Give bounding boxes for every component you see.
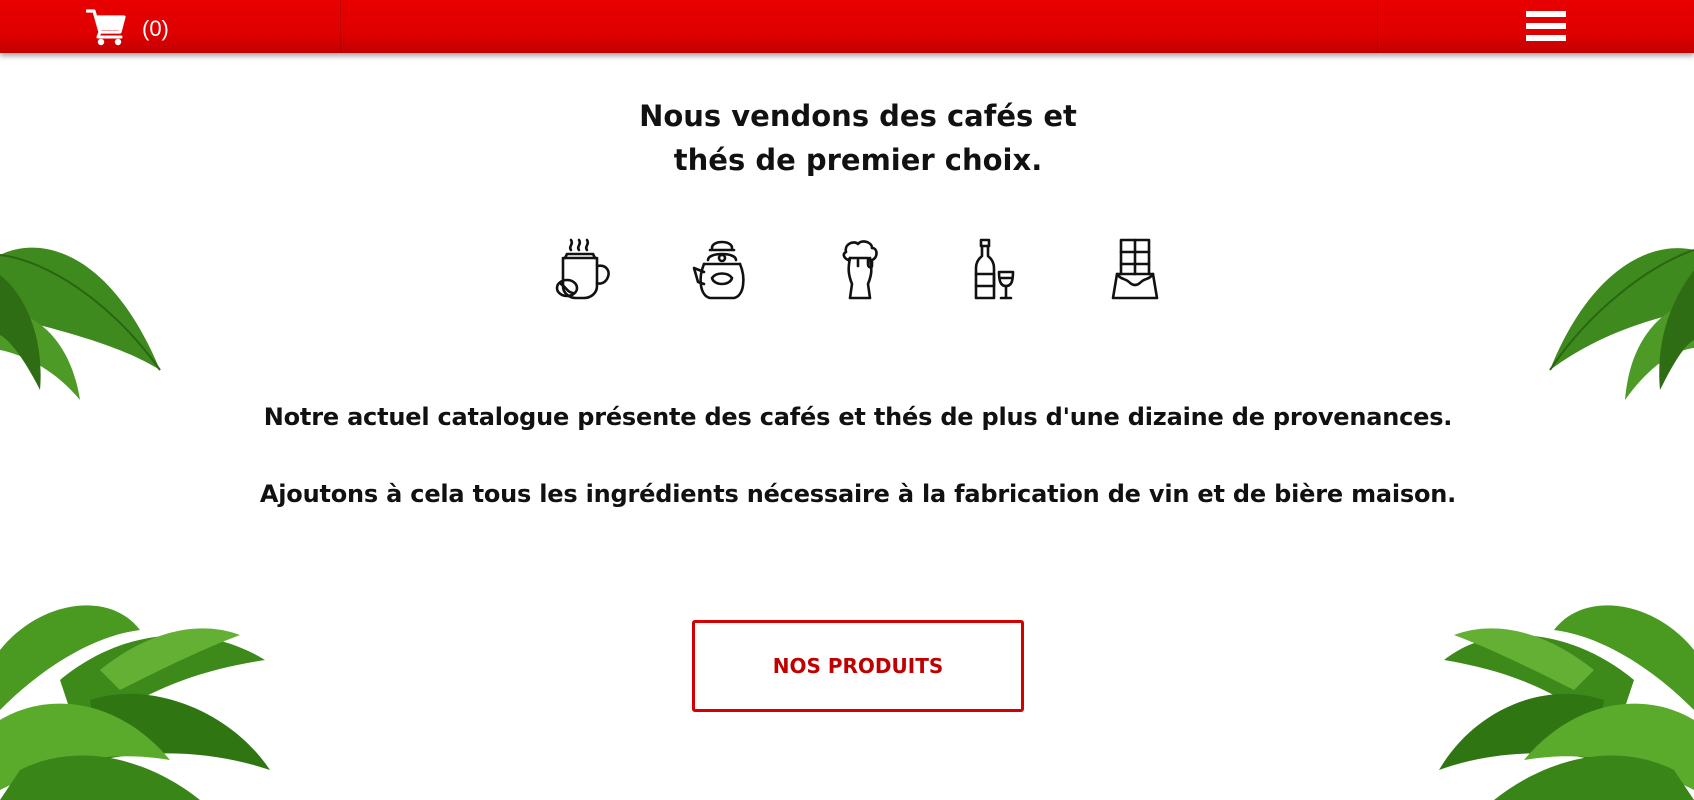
page: (0) Nous vendons des cafés et thés de pr… [0, 0, 1694, 800]
top-navigation-bar: (0) [0, 0, 1694, 53]
cart-count: (0) [142, 16, 169, 41]
teapot-icon [692, 240, 745, 300]
cart-button[interactable]: (0) [86, 8, 169, 46]
leaf-decoration-right-bottom [1439, 605, 1694, 800]
hamburger-menu-icon [1526, 11, 1566, 17]
beer-glass-icon [842, 240, 878, 300]
catalogue-description: Notre actuel catalogue présente des café… [263, 403, 1453, 431]
our-products-button[interactable]: NOS PRODUITS [692, 620, 1024, 712]
headline-line-1: Nous vendons des cafés et [639, 99, 1077, 133]
topbar-divider [340, 0, 341, 53]
headline-line-2: thés de premier choix. [673, 143, 1043, 177]
page-headline: Nous vendons des cafés et thés de premie… [0, 94, 1694, 182]
chocolate-bar-icon [1111, 238, 1159, 300]
leaf-decoration-left-bottom [0, 605, 270, 800]
coffee-cup-icon [555, 238, 610, 300]
product-icons-row [0, 238, 1694, 302]
topbar-divider [1377, 0, 1378, 53]
ingredients-description: Ajoutons à cela tous les ingrédients néc… [259, 480, 1457, 508]
hamburger-menu-button[interactable] [1526, 9, 1566, 43]
cart-icon [86, 9, 126, 46]
wine-bottle-glass-icon [974, 238, 1015, 300]
